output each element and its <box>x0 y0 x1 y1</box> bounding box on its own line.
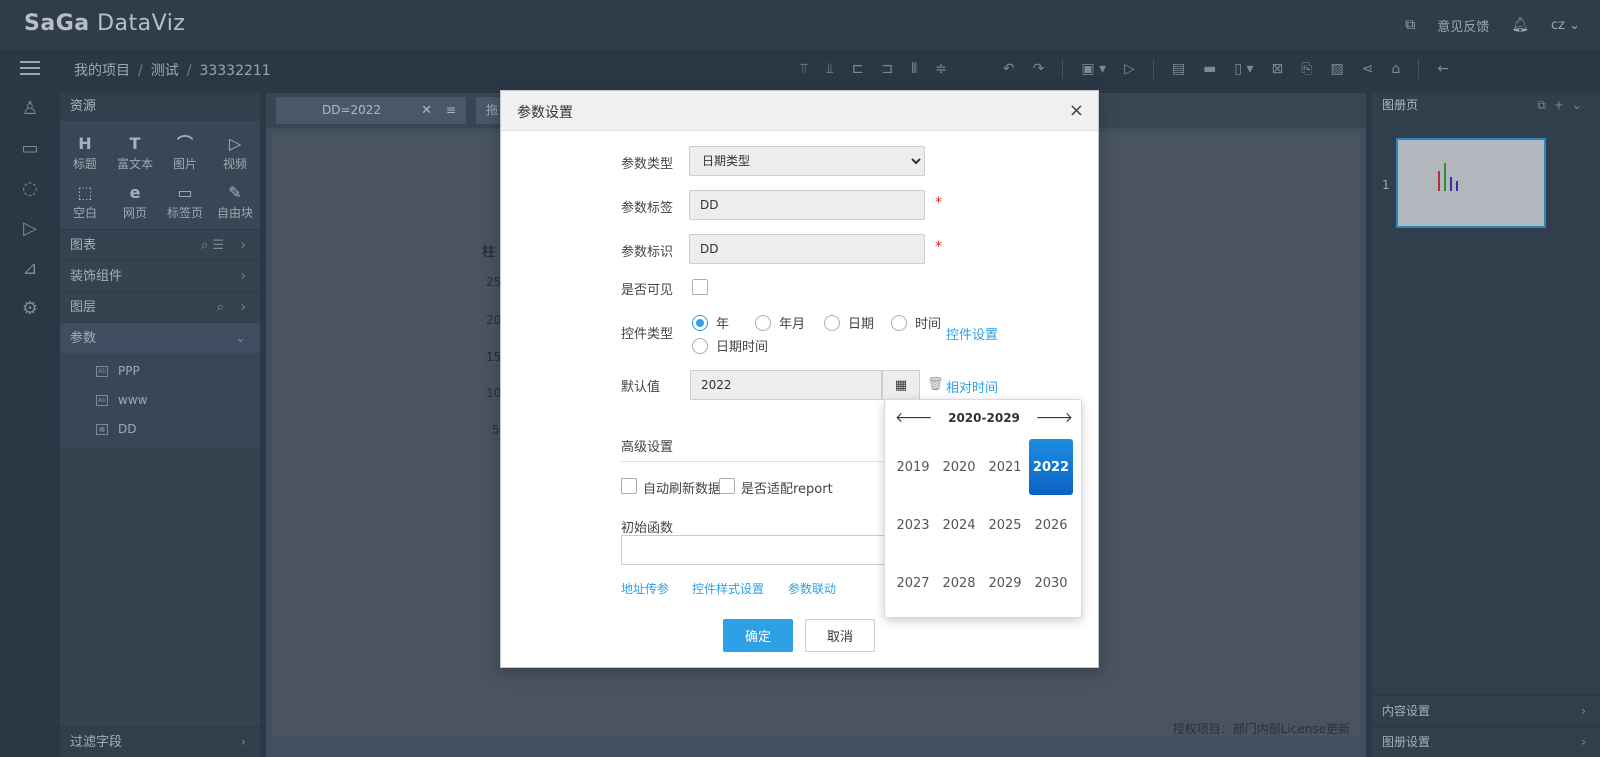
ok-button[interactable]: 确定 <box>723 619 793 652</box>
required-mark: * <box>935 239 942 255</box>
year-cell[interactable]: 2027 <box>891 555 935 611</box>
radio-dot <box>755 314 771 331</box>
auto-refresh-label: 自动刷新数据 <box>643 482 722 497</box>
radio-year-month[interactable]: 年月 <box>755 313 805 332</box>
radio-dot <box>692 314 708 331</box>
param-label-input[interactable] <box>689 190 925 220</box>
visible-label: 是否可见 <box>621 283 674 298</box>
year-picker: 🡐 2020-2029 🡒 2019 2020 2021 2022 2023 2… <box>884 399 1082 618</box>
year-cell[interactable]: 2025 <box>983 497 1027 553</box>
year-grid: 2019 2020 2021 2022 2023 2024 2025 2026 … <box>891 439 1077 611</box>
required-mark: * <box>935 195 942 211</box>
trash-icon[interactable]: 🗑︎ <box>927 377 944 392</box>
fit-report-label: 是否适配report <box>741 482 833 497</box>
year-cell[interactable]: 2029 <box>983 555 1027 611</box>
default-value-input[interactable] <box>690 370 882 400</box>
radio-year[interactable]: 年 <box>692 313 729 332</box>
advanced-settings-heading: 高级设置 <box>621 436 891 462</box>
year-cell[interactable]: 2030 <box>1029 555 1073 611</box>
visible-checkbox[interactable] <box>692 279 708 295</box>
arrow-right-icon[interactable]: 🡒 <box>1035 409 1073 426</box>
year-cell[interactable]: 2028 <box>937 555 981 611</box>
calendar-icon[interactable]: ▦ <box>882 370 920 400</box>
control-settings-link[interactable]: 控件设置 <box>946 324 998 343</box>
year-cell-selected[interactable]: 2022 <box>1029 439 1073 495</box>
init-func-label: 初始函数 <box>621 521 674 536</box>
init-func-input[interactable] <box>621 535 893 565</box>
year-cell[interactable]: 2024 <box>937 497 981 553</box>
relative-time-link[interactable]: 相对时间 <box>946 377 998 396</box>
close-icon[interactable]: × <box>1069 100 1084 121</box>
param-id-input[interactable] <box>689 234 925 264</box>
year-cell[interactable]: 2021 <box>983 439 1027 495</box>
radio-datetime[interactable]: 日期时间 <box>692 336 768 355</box>
radio-dot <box>891 314 907 331</box>
radio-date[interactable]: 日期 <box>824 313 874 332</box>
param-type-select[interactable]: 日期类型 <box>689 146 925 176</box>
param-label-label: 参数标签 <box>621 201 674 216</box>
control-type-label: 控件类型 <box>621 327 674 342</box>
radio-time[interactable]: 时间 <box>891 313 941 332</box>
control-style-link[interactable]: 控件样式设置 <box>692 580 764 597</box>
url-param-link[interactable]: 地址传参 <box>621 580 669 597</box>
param-id-label: 参数标识 <box>621 245 674 260</box>
dialog-header: 参数设置 × <box>501 91 1098 131</box>
dialog-title: 参数设置 <box>517 105 573 121</box>
year-cell[interactable]: 2019 <box>891 439 935 495</box>
year-cell[interactable]: 2020 <box>937 439 981 495</box>
radio-dot <box>824 314 840 331</box>
auto-refresh-checkbox[interactable] <box>621 478 637 494</box>
year-cell[interactable]: 2023 <box>891 497 935 553</box>
param-type-label: 参数类型 <box>621 157 674 172</box>
year-cell[interactable]: 2026 <box>1029 497 1073 553</box>
param-linkage-link[interactable]: 参数联动 <box>788 580 836 597</box>
cancel-button[interactable]: 取消 <box>805 619 875 652</box>
default-value-label: 默认值 <box>621 380 661 395</box>
year-picker-header: 🡐 2020-2029 🡒 <box>885 400 1083 436</box>
radio-dot <box>692 337 708 354</box>
fit-report-checkbox[interactable] <box>719 478 735 494</box>
